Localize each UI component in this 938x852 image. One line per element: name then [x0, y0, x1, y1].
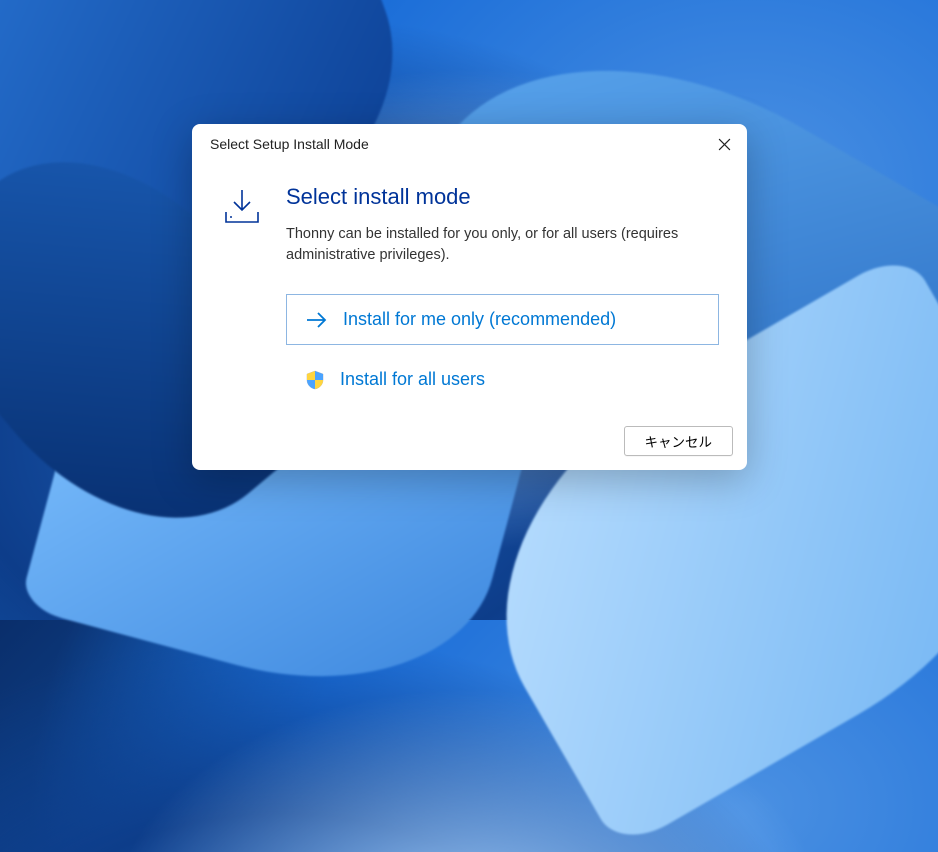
uac-shield-icon	[304, 370, 326, 390]
titlebar[interactable]: Select Setup Install Mode	[192, 124, 747, 164]
close-icon	[718, 138, 731, 151]
cancel-button[interactable]: キャンセル	[624, 426, 734, 456]
install-mode-dialog: Select Setup Install Mode Select install…	[192, 124, 747, 470]
dialog-footer: キャンセル	[192, 416, 747, 470]
close-button[interactable]	[701, 124, 747, 164]
setup-icon	[220, 184, 264, 416]
install-all-users-label: Install for all users	[340, 369, 485, 390]
install-me-only-label: Install for me only (recommended)	[343, 309, 616, 330]
dialog-content: Select install mode Thonny can be instal…	[192, 164, 747, 416]
dialog-heading: Select install mode	[286, 184, 719, 210]
install-options: Install for me only (recommended) Instal…	[286, 294, 719, 404]
window-title: Select Setup Install Mode	[210, 136, 369, 152]
arrow-right-icon	[305, 311, 329, 329]
install-all-users-option[interactable]: Install for all users	[286, 355, 719, 404]
install-me-only-option[interactable]: Install for me only (recommended)	[286, 294, 719, 345]
dialog-description: Thonny can be installed for you only, or…	[286, 224, 719, 266]
